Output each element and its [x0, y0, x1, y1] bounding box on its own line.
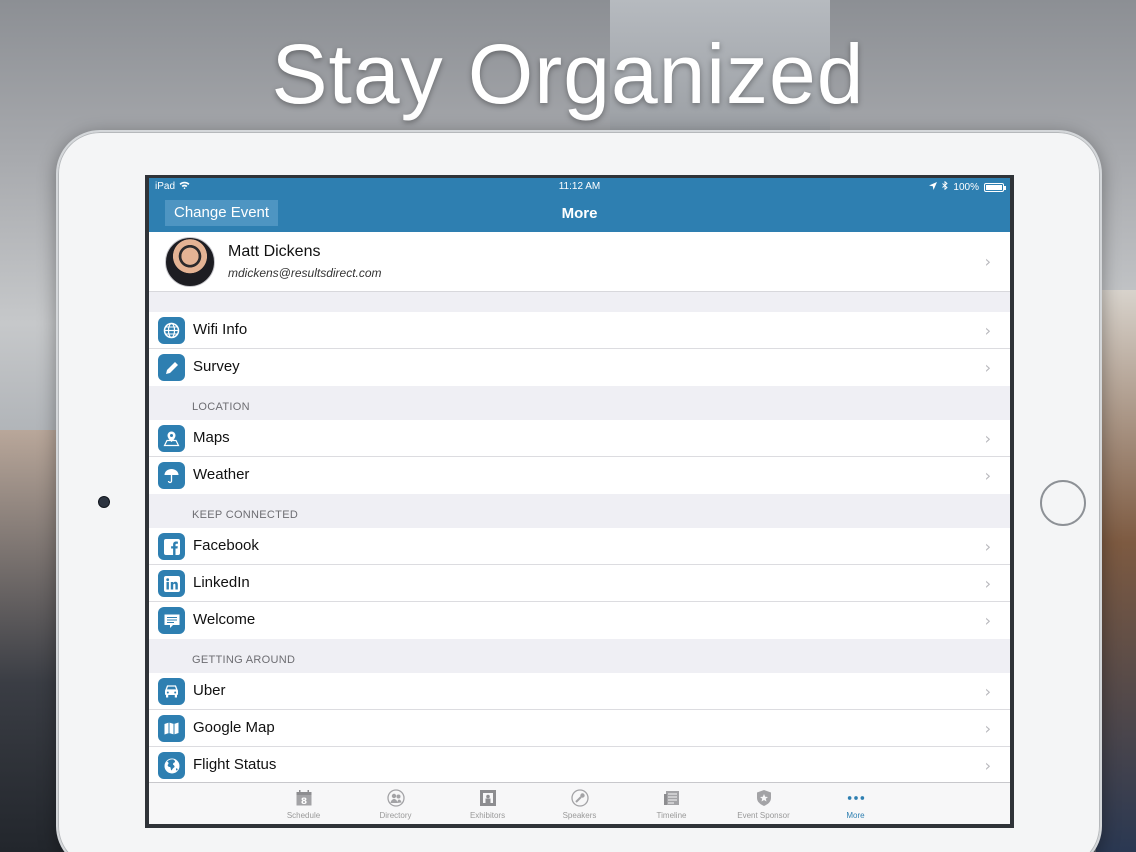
tab-schedule[interactable]: 8 Schedule: [258, 783, 350, 824]
profile-email: mdickens@resultsdirect.com: [228, 266, 382, 280]
list-item-label: Weather: [193, 466, 250, 483]
pencil-icon: [158, 354, 185, 381]
list-item-survey[interactable]: Survey ›: [149, 349, 1010, 386]
people-icon: [386, 788, 406, 808]
bluetooth-icon: [942, 180, 949, 193]
folded-map-icon: [158, 715, 185, 742]
section-keep-connected: KEEP CONNECTED Facebook › LinkedIn › Wel…: [149, 494, 1010, 639]
section-header: LOCATION: [192, 401, 250, 413]
list-item-label: LinkedIn: [193, 574, 250, 591]
list-item-maps[interactable]: Maps ›: [149, 420, 1010, 457]
facebook-icon: [158, 533, 185, 560]
chevron-right-icon: ›: [984, 537, 991, 556]
list-item-flight-status[interactable]: Flight Status ›: [149, 747, 1010, 784]
car-icon: [158, 678, 185, 705]
tab-timeline[interactable]: Timeline: [626, 783, 718, 824]
microphone-icon: [570, 788, 590, 808]
camera-icon: [98, 496, 110, 508]
navigation-bar: iPad 11:12 AM 100% Change Event More: [149, 178, 1010, 232]
list-item-google-map[interactable]: Google Map ›: [149, 710, 1010, 747]
chevron-right-icon: ›: [984, 358, 991, 377]
linkedin-icon: [158, 570, 185, 597]
list-item-uber[interactable]: Uber ›: [149, 673, 1010, 710]
home-button[interactable]: [1040, 480, 1086, 526]
list-item-label: Maps: [193, 429, 230, 446]
tab-speakers[interactable]: Speakers: [534, 783, 626, 824]
chevron-right-icon: ›: [984, 252, 991, 271]
tab-label: Directory: [379, 811, 412, 820]
more-dots-icon: [846, 788, 866, 808]
chevron-right-icon: ›: [984, 321, 991, 340]
chevron-right-icon: ›: [984, 756, 991, 775]
tab-directory[interactable]: Directory: [350, 783, 442, 824]
tab-label: More: [846, 811, 865, 820]
section-general: Wifi Info › Survey ›: [149, 292, 1010, 386]
profile-row[interactable]: Matt Dickens mdickens@resultsdirect.com …: [149, 232, 1010, 292]
list-item-label: Flight Status: [193, 756, 277, 773]
newspaper-icon: [662, 788, 682, 808]
svg-text:8: 8: [300, 797, 306, 807]
app-screen: iPad 11:12 AM 100% Change Event More Mat…: [149, 178, 1010, 824]
list-item-facebook[interactable]: Facebook ›: [149, 528, 1010, 565]
list-item-label: Google Map: [193, 719, 275, 736]
tab-label: Exhibitors: [469, 811, 506, 820]
tab-exhibitors[interactable]: Exhibitors: [442, 783, 534, 824]
background-person-right: [1096, 290, 1136, 852]
tab-bar: 8 Schedule Directory Exhibitors Speakers…: [149, 782, 1010, 824]
calendar-icon: 8: [294, 788, 314, 808]
list-item-label: Facebook: [193, 537, 259, 554]
map-pin-icon: [158, 425, 185, 452]
hero-title: Stay Organized: [271, 27, 865, 121]
status-bar: iPad 11:12 AM 100%: [149, 178, 1010, 196]
ipad-screen: iPad 11:12 AM 100% Change Event More Mat…: [145, 175, 1014, 828]
chevron-right-icon: ›: [984, 574, 991, 593]
chevron-right-icon: ›: [984, 719, 991, 738]
battery-icon: [984, 182, 1006, 192]
message-icon: [158, 607, 185, 634]
umbrella-icon: [158, 462, 185, 489]
section-header: GETTING AROUND: [192, 654, 296, 666]
section-getting-around: GETTING AROUND Uber › Google Map › Fligh…: [149, 639, 1010, 784]
list-item-weather[interactable]: Weather ›: [149, 457, 1010, 494]
tab-label: Schedule: [286, 811, 321, 820]
tab-label: Event Sponsor: [737, 811, 790, 820]
list-item-wifi-info[interactable]: Wifi Info ›: [149, 312, 1010, 349]
chevron-right-icon: ›: [984, 466, 991, 485]
chevron-right-icon: ›: [984, 682, 991, 701]
shield-star-icon: [754, 788, 774, 808]
list-item-label: Survey: [193, 358, 240, 375]
tab-more[interactable]: More: [810, 783, 902, 824]
page-title: More: [561, 205, 598, 222]
section-header: KEEP CONNECTED: [192, 509, 299, 521]
tab-label: Speakers: [562, 811, 597, 820]
section-header: [149, 292, 1010, 312]
section-location: LOCATION Maps › Weather ›: [149, 386, 1010, 494]
list-item-welcome[interactable]: Welcome ›: [149, 602, 1010, 639]
profile-name: Matt Dickens: [228, 243, 321, 260]
chevron-right-icon: ›: [984, 611, 991, 630]
avatar: [165, 237, 215, 287]
location-arrow-icon: [929, 181, 938, 193]
battery-percentage: 100%: [953, 181, 979, 193]
booth-icon: [478, 788, 498, 808]
earth-icon: [158, 752, 185, 779]
list-item-label: Uber: [193, 682, 226, 699]
globe-icon: [158, 317, 185, 344]
chevron-right-icon: ›: [984, 429, 991, 448]
list-item-label: Welcome: [193, 611, 256, 628]
tab-event-sponsor[interactable]: Event Sponsor: [718, 783, 810, 824]
status-time: 11:12 AM: [558, 181, 601, 192]
list-item-label: Wifi Info: [193, 321, 248, 338]
list-item-linkedin[interactable]: LinkedIn ›: [149, 565, 1010, 602]
tab-label: Timeline: [656, 811, 687, 820]
